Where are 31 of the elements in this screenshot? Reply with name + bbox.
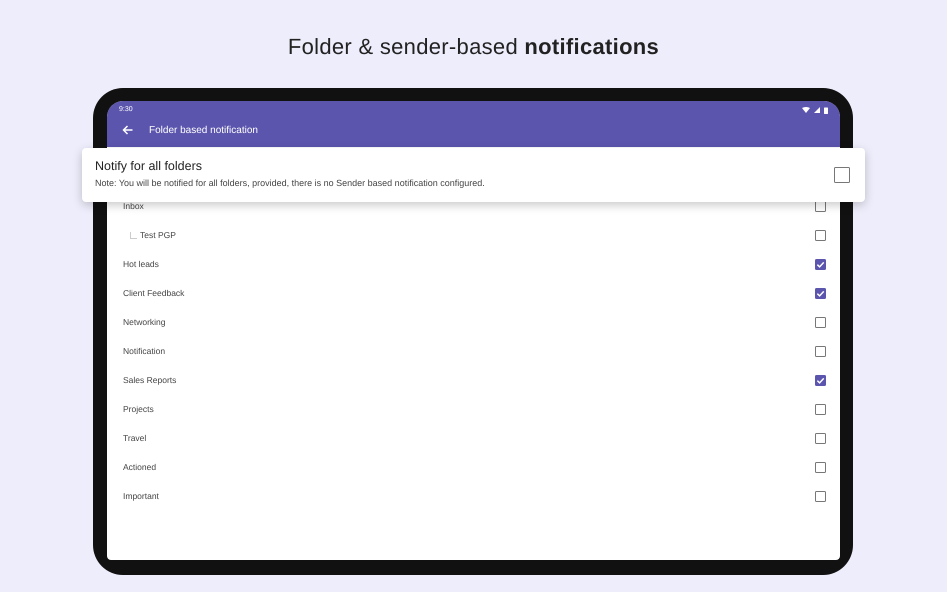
checkbox[interactable] [815, 491, 826, 502]
battery-icon [824, 106, 828, 114]
checkbox[interactable] [815, 404, 826, 415]
wifi-icon [802, 107, 810, 113]
signal-icon [814, 107, 820, 113]
folder-name: Notification [123, 345, 166, 358]
checkbox[interactable] [815, 230, 826, 241]
checkbox[interactable] [815, 259, 826, 270]
tree-connector-icon [130, 232, 137, 239]
checkbox[interactable] [815, 317, 826, 328]
folder-name: Actioned [123, 461, 156, 474]
checkbox[interactable] [815, 288, 826, 299]
checkbox[interactable] [834, 167, 850, 183]
checkbox[interactable] [815, 346, 826, 357]
checkbox[interactable] [815, 433, 826, 444]
checkbox[interactable] [815, 462, 826, 473]
folder-name: Sales Reports [123, 374, 176, 387]
folder-name: Projects [123, 403, 154, 416]
folder-name: Important [123, 490, 159, 503]
screen-title: Folder based notification [149, 124, 258, 138]
folder-name: Inbox [123, 200, 144, 213]
checkbox[interactable] [815, 375, 826, 386]
notify-all-note: Note: You will be notified for all folders, provided, there is no Sender based notification configured. [95, 177, 485, 190]
folder-name: Test PGP [140, 229, 176, 242]
folder-name: Travel [123, 432, 146, 445]
folder-name: Networking [123, 316, 166, 329]
notify-all-title: Notify for all folders [95, 159, 203, 174]
back-arrow-icon[interactable] [122, 125, 133, 135]
folder-name: Hot leads [123, 258, 159, 271]
folder-name: Client Feedback [123, 287, 184, 300]
headline: Folder & sender-based notifications [286, 33, 660, 61]
